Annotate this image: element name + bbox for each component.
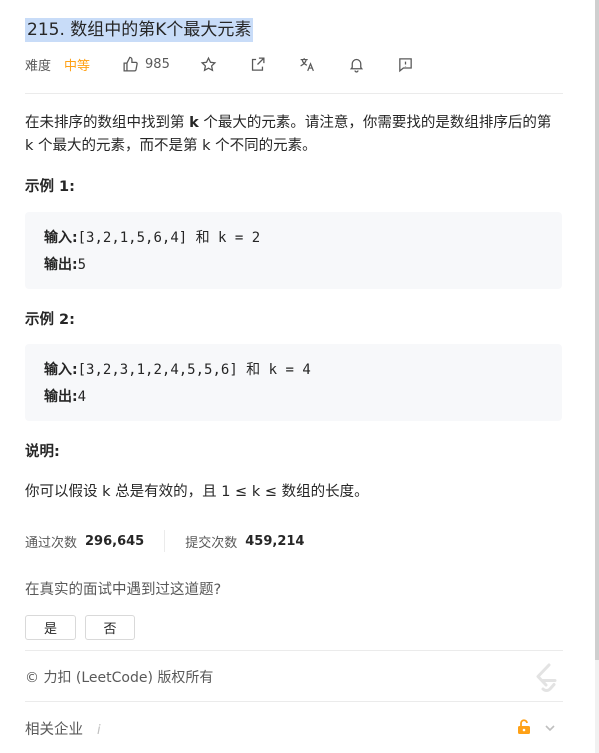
accepted-value: 296,645 bbox=[85, 533, 145, 549]
related-companies[interactable]: 相关企业 i bbox=[25, 718, 101, 739]
example-1-output-value: 5 bbox=[77, 257, 87, 273]
example-1-output-label: 输出: bbox=[44, 257, 78, 273]
problem-description: 在未排序的数组中找到第 k 个最大的元素。请注意，你需要找的是数组排序后的第 k… bbox=[25, 112, 563, 158]
stats-divider bbox=[164, 530, 166, 552]
like-count: 985 bbox=[145, 56, 170, 72]
translate-button[interactable] bbox=[298, 56, 316, 73]
submissions-label: 提交次数 bbox=[185, 535, 238, 551]
note-text: 你可以假设 k 总是有效的，且 1 ≤ k ≤ 数组的长度。 bbox=[25, 484, 369, 500]
divider bbox=[25, 701, 563, 702]
divider bbox=[25, 93, 563, 94]
example-1-code: 输入:[3,2,1,5,6,4] 和 k = 2 输出:5 bbox=[25, 212, 562, 289]
example-1-heading: 示例 1: bbox=[25, 179, 75, 195]
description-k: k bbox=[189, 115, 199, 131]
difficulty-badge: 中等 bbox=[64, 58, 91, 74]
translate-icon bbox=[298, 56, 316, 73]
example-2-input-value: [3,2,3,1,2,4,5,5,6] 和 k = 4 bbox=[77, 362, 311, 378]
note-heading: 说明: bbox=[25, 444, 60, 460]
example-2-input-label: 输入: bbox=[44, 362, 78, 378]
share-button[interactable] bbox=[249, 56, 266, 73]
copyright-text: © 力扣 (LeetCode) 版权所有 bbox=[25, 670, 214, 686]
scrollbar[interactable] bbox=[595, 0, 599, 753]
unlock-icon bbox=[517, 719, 531, 739]
yes-button[interactable]: 是 bbox=[25, 615, 76, 640]
related-companies-label: 相关企业 bbox=[25, 722, 83, 738]
example-2-heading: 示例 2: bbox=[25, 312, 75, 328]
notification-button[interactable] bbox=[348, 56, 365, 73]
example-2-output-value: 4 bbox=[77, 389, 87, 405]
problem-title: 215. 数组中的第K个最大元素 bbox=[25, 18, 254, 42]
submissions-value: 459,214 bbox=[245, 533, 305, 549]
accepted-label: 通过次数 bbox=[25, 535, 78, 551]
like-button[interactable]: 985 bbox=[122, 56, 200, 73]
leetcode-logo-icon bbox=[529, 660, 563, 698]
chevron-down-icon[interactable] bbox=[543, 720, 557, 739]
divider bbox=[25, 650, 563, 651]
feedback-button[interactable] bbox=[397, 56, 414, 73]
example-1-input-value: [3,2,1,5,6,4] 和 k = 2 bbox=[77, 230, 261, 246]
info-icon: i bbox=[97, 723, 101, 738]
thumbs-up-icon bbox=[122, 56, 139, 73]
feedback-icon bbox=[397, 56, 414, 73]
scrollbar-thumb[interactable] bbox=[595, 0, 599, 660]
favorite-button[interactable] bbox=[200, 56, 217, 73]
example-1-input-label: 输入: bbox=[44, 230, 78, 246]
bell-icon bbox=[348, 56, 365, 73]
star-icon bbox=[200, 56, 217, 73]
share-icon bbox=[249, 56, 266, 73]
problem-meta-bar: 难度 中等 985 bbox=[25, 52, 563, 76]
submission-stats: 通过次数 296,645 提交次数 459,214 bbox=[25, 529, 304, 553]
no-button[interactable]: 否 bbox=[85, 615, 135, 640]
example-2-code: 输入:[3,2,3,1,2,4,5,5,6] 和 k = 4 输出:4 bbox=[25, 344, 562, 421]
interview-question: 在真实的面试中遇到过这道题? bbox=[25, 582, 222, 598]
difficulty-label: 难度 bbox=[25, 58, 52, 74]
example-2-output-label: 输出: bbox=[44, 389, 78, 405]
description-text: 在未排序的数组中找到第 bbox=[25, 115, 190, 131]
